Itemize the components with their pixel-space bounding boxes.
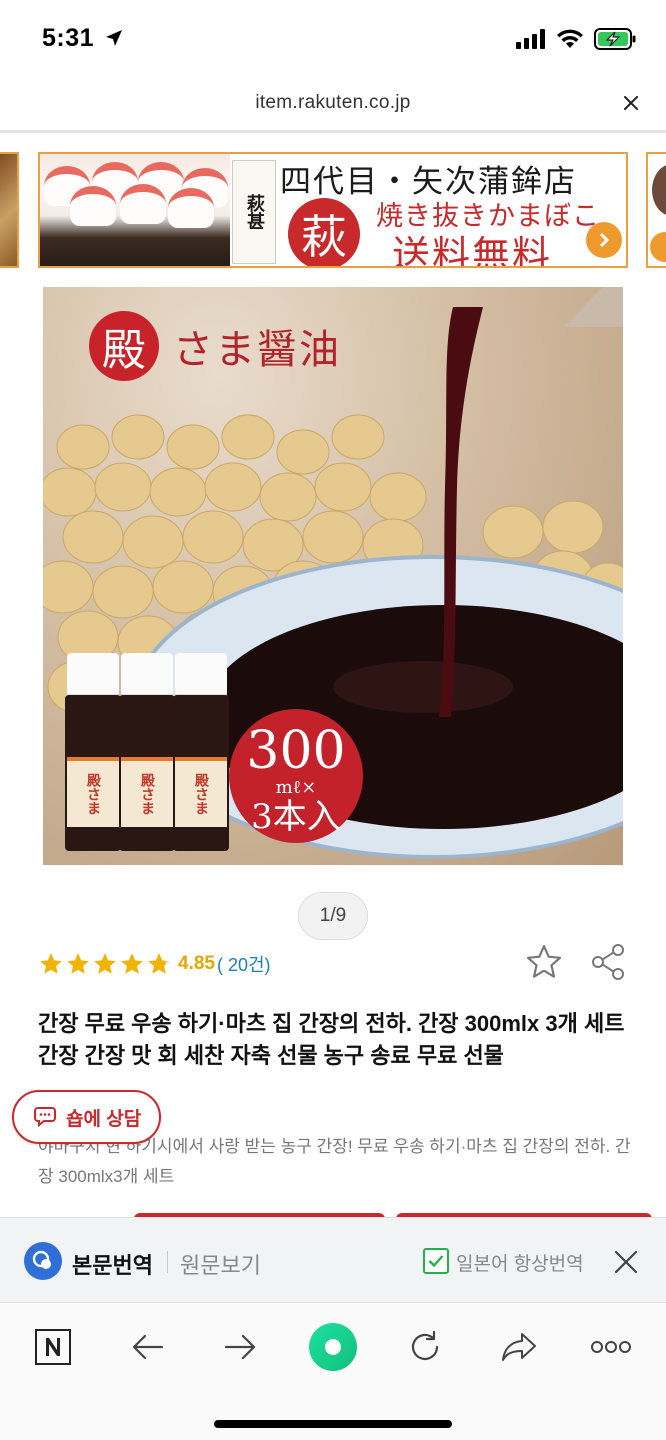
- rating-score: 4.85: [178, 953, 215, 974]
- checkmark-icon: [428, 1255, 444, 1268]
- close-icon: [624, 96, 638, 110]
- star-full-icon: [40, 953, 62, 974]
- back-button[interactable]: [123, 1322, 173, 1372]
- favorite-button[interactable]: [524, 942, 564, 982]
- banner-shop[interactable]: 萩甚 四代目・矢次蒲鉾店 萩 焼き抜きかまぼこ 送料無料: [38, 152, 628, 268]
- cellular-signal-icon: [516, 29, 545, 49]
- close-tab-button[interactable]: [618, 90, 644, 116]
- star-outline-icon: [526, 945, 562, 978]
- bottle-1-label: 殿さま: [85, 773, 101, 815]
- translate-separator: [167, 1251, 168, 1273]
- shop-chat-label: 숍에 상담: [66, 1108, 142, 1130]
- bottle-2: 殿さま: [119, 653, 175, 853]
- more-icon: [591, 1341, 631, 1353]
- banner-kamaboko-photo: [40, 154, 230, 266]
- banner-pack: 萩甚: [232, 160, 276, 264]
- location-arrow-icon: [105, 30, 122, 46]
- green-dot-button[interactable]: [308, 1322, 358, 1372]
- naver-n-icon: [35, 1329, 71, 1365]
- naver-home-button[interactable]: [28, 1322, 78, 1372]
- bottle-3: 殿さま: [173, 653, 229, 853]
- banner-next-arrow: [650, 232, 666, 262]
- share-arrow-icon: [502, 1333, 536, 1361]
- green-dot-icon: [309, 1323, 357, 1371]
- refresh-button[interactable]: [400, 1322, 450, 1372]
- close-translation-button[interactable]: [612, 1248, 640, 1276]
- star-full-icon: [67, 953, 89, 974]
- chevron-right-icon: [599, 232, 610, 248]
- shop-chat-button[interactable]: 숍에 상담: [12, 1090, 162, 1144]
- banner-line2: 送料無料: [392, 233, 553, 268]
- volume-count: 3本入: [251, 797, 341, 837]
- bottle-2-label: 殿さま: [139, 773, 155, 815]
- star-full-icon: [94, 953, 116, 974]
- star-full-icon: [121, 953, 143, 974]
- status-bar: 5:31: [0, 0, 666, 80]
- always-translate-checkbox[interactable]: [423, 1248, 449, 1274]
- url-bar: item.rakuten.co.jp: [0, 80, 666, 126]
- product-tag: 殿 さま醤油: [89, 311, 341, 381]
- translation-bar: 본문번역 원문보기 일본어 항상번역: [0, 1217, 666, 1303]
- product-image[interactable]: 殿 さま醤油 殿さま 殿さま 殿さま 300 mℓ× 3本入: [43, 287, 623, 865]
- volume-badge: 300 mℓ× 3本入: [229, 709, 363, 843]
- product-tag-text: さま醤油: [173, 327, 341, 373]
- url-divider: [0, 130, 666, 133]
- rating-stars: [38, 951, 172, 977]
- volume-unit: mℓ×: [275, 777, 317, 798]
- home-indicator[interactable]: [214, 1420, 452, 1428]
- wifi-icon: [557, 29, 583, 48]
- share-page-button[interactable]: [494, 1322, 544, 1372]
- banner-next-item[interactable]: [646, 152, 666, 268]
- more-button[interactable]: [586, 1322, 636, 1372]
- status-time-text: 5:31: [42, 24, 95, 52]
- status-icons: [516, 28, 636, 50]
- banner-next-button[interactable]: [586, 222, 622, 258]
- translate-logo-icon: [24, 1242, 62, 1280]
- back-arrow-icon: [132, 1334, 164, 1360]
- bottle-3-label: 殿さま: [193, 773, 209, 815]
- banner-next-logo: [652, 164, 666, 216]
- papago-icon: [32, 1250, 51, 1269]
- image-pager: 1/9: [298, 892, 368, 940]
- banner-prev-item[interactable]: [0, 152, 19, 268]
- close-icon: [614, 1250, 638, 1274]
- forward-button[interactable]: [215, 1322, 265, 1372]
- product-tag-circle: 殿: [89, 311, 159, 381]
- rating-count[interactable]: ( 20건): [217, 951, 271, 977]
- product-title: 간장 무료 우송 하기·마츠 집 간장의 전하. 간장 300mlx 3개 세트…: [38, 1011, 625, 1068]
- refresh-icon: [411, 1330, 439, 1360]
- banner-carousel[interactable]: 萩甚 四代目・矢次蒲鉾店 萩 焼き抜きかまぼこ 送料無料: [0, 152, 666, 270]
- bottom-toolbar: [0, 1304, 666, 1440]
- share-nodes-icon: [592, 944, 624, 980]
- volume-number: 300: [246, 721, 346, 781]
- always-translate-label[interactable]: 일본어 항상번역: [456, 1249, 584, 1276]
- translated-view-tab[interactable]: 본문번역: [72, 1248, 153, 1280]
- forward-arrow-icon: [224, 1334, 256, 1360]
- share-button[interactable]: [588, 942, 628, 982]
- status-time: 5:31: [42, 24, 124, 53]
- banner-pack-text: 萩甚: [244, 194, 265, 230]
- star-partial-icon: [148, 953, 170, 974]
- bottle-1: 殿さま: [65, 653, 121, 853]
- battery-charging-icon: [594, 28, 636, 50]
- url-text[interactable]: item.rakuten.co.jp: [0, 92, 666, 114]
- original-view-tab[interactable]: 원문보기: [180, 1248, 261, 1280]
- chat-bubble-icon: [34, 1107, 56, 1128]
- banner-hagi-circle: 萩: [288, 198, 360, 266]
- rating-row[interactable]: 4.85 ( 20건): [38, 946, 271, 982]
